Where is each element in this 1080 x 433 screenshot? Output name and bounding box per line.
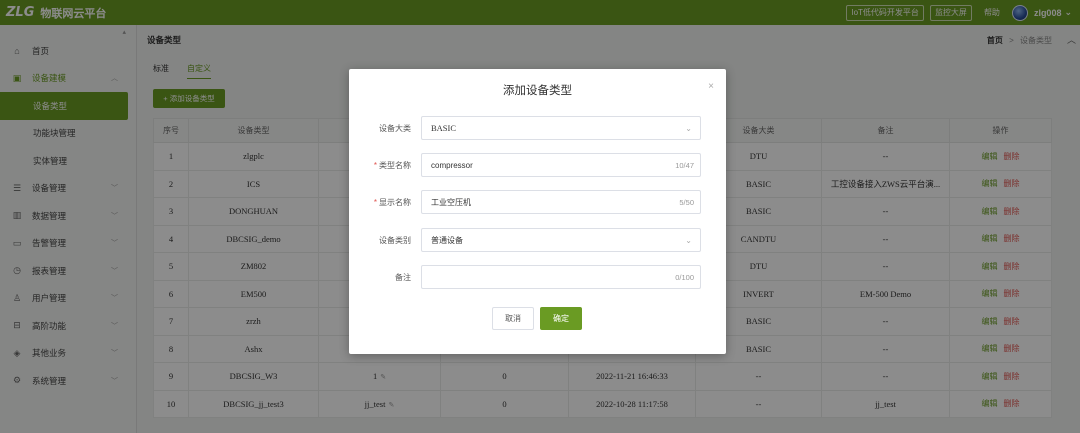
form-row-display-name: * 显示名称 工业空压机 5/50 xyxy=(349,190,726,214)
display-name-value: 工业空压机 xyxy=(431,197,471,207)
cancel-button[interactable]: 取消 xyxy=(492,307,534,330)
category-select[interactable]: BASIC ⌄ xyxy=(421,116,701,140)
note-counter: 0/100 xyxy=(675,272,694,282)
dialog-title: 添加设备类型 xyxy=(503,85,572,97)
type-name-value: compressor xyxy=(431,160,473,170)
device-class-label: 设备类别 xyxy=(379,235,411,245)
device-class-select[interactable]: 普通设备 ⌄ xyxy=(421,228,701,252)
type-name-label: * 类型名称 xyxy=(349,160,416,171)
type-name-label-text: 类型名称 xyxy=(379,160,411,170)
form-row-category: 设备大类 BASIC ⌄ xyxy=(349,116,726,140)
note-input[interactable]: 0/100 xyxy=(421,265,701,289)
form-row-note: 备注 0/100 xyxy=(349,265,726,289)
category-label: 设备大类 xyxy=(379,123,411,133)
chevron-down-icon: ⌄ xyxy=(685,123,692,133)
display-name-input[interactable]: 工业空压机 5/50 xyxy=(421,190,701,214)
chevron-down-icon: ⌄ xyxy=(685,235,692,245)
type-name-counter: 10/47 xyxy=(675,160,694,170)
note-label: 备注 xyxy=(395,272,411,282)
close-icon[interactable]: × xyxy=(708,81,714,92)
type-name-input[interactable]: compressor 10/47 xyxy=(421,153,701,177)
display-name-label: * 显示名称 xyxy=(349,197,416,208)
required-mark: * xyxy=(373,197,377,207)
display-name-counter: 5/50 xyxy=(679,197,694,207)
confirm-button[interactable]: 确定 xyxy=(540,307,582,330)
device-class-value: 普通设备 xyxy=(431,235,463,245)
display-name-label-text: 显示名称 xyxy=(379,197,411,207)
add-device-type-dialog: 添加设备类型 × 设备大类 BASIC ⌄ * 类型名称 compressor 1… xyxy=(349,69,726,354)
required-mark: * xyxy=(373,160,377,170)
form-row-device-class: 设备类别 普通设备 ⌄ xyxy=(349,228,726,252)
form-row-type-name: * 类型名称 compressor 10/47 xyxy=(349,153,726,177)
category-value: BASIC xyxy=(431,123,457,133)
